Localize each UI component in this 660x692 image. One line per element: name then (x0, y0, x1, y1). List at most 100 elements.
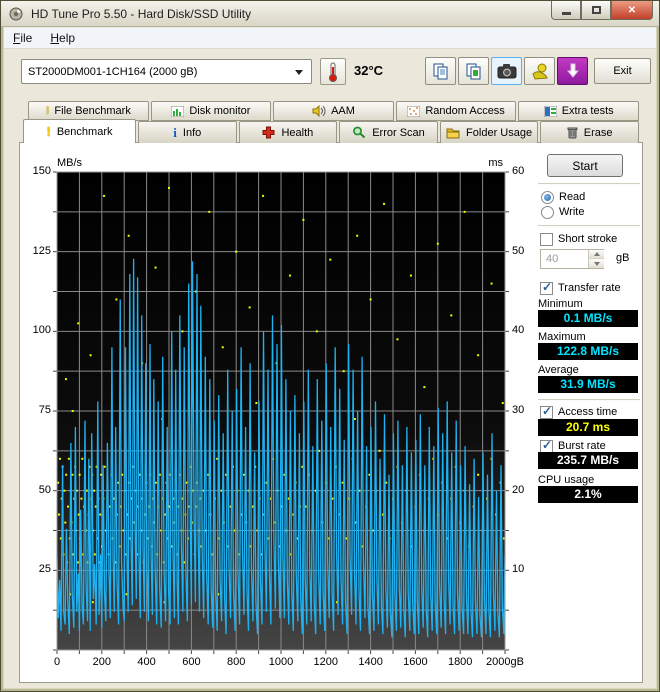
exit-button[interactable]: Exit (594, 58, 651, 84)
tab-label: File Benchmark (54, 105, 131, 117)
drive-select[interactable]: ST2000DM001-1CH164 (2000 gB) (21, 59, 312, 84)
average-value: 31.9 MB/s (538, 376, 638, 393)
short-stroke-label: Short stroke (558, 233, 618, 245)
temperature-button[interactable] (320, 58, 346, 85)
axis-tick-label: 2000gB (486, 656, 524, 668)
triangle-up-icon (593, 252, 600, 256)
tab-info[interactable]: i Info (138, 121, 237, 143)
read-radio[interactable] (541, 191, 554, 204)
write-radio[interactable] (541, 206, 554, 219)
axis-tick-label: 1200 (313, 656, 339, 668)
benchmark-page: MB/s ms 150 125 100 75 50 25 60 50 40 30 20 10 0 200 4… (19, 142, 643, 683)
tab-row-secondary: ! File Benchmark Disk monitor AAM Random (28, 101, 639, 121)
update-download-button[interactable] (557, 57, 588, 85)
axis-tick-label: 20 (512, 483, 525, 496)
axis-tick-label: 1000 (268, 656, 294, 668)
spinner-up-button[interactable] (589, 250, 604, 259)
maximum-value: 122.8 MB/s (538, 343, 638, 360)
minimize-button[interactable] (551, 1, 581, 20)
axis-tick-label: 25 (38, 563, 51, 576)
cpu-usage-value: 2.1% (538, 486, 638, 503)
copy-image-button[interactable] (458, 57, 489, 85)
donate-button[interactable] (524, 57, 555, 85)
transfer-rate-label: Transfer rate (558, 282, 621, 294)
tab-file-benchmark[interactable]: ! File Benchmark (28, 101, 149, 121)
read-label: Read (559, 191, 586, 203)
separator (538, 399, 640, 401)
tab-disk-monitor[interactable]: Disk monitor (150, 101, 272, 121)
chevron-down-icon (295, 70, 303, 75)
tab-erase[interactable]: Erase (540, 121, 639, 143)
y-left-unit: MB/s (57, 157, 83, 169)
tab-folder-usage[interactable]: Folder Usage (439, 121, 539, 143)
access-time-label: Access time (558, 406, 618, 418)
app-icon (9, 7, 23, 21)
tab-error-scan[interactable]: Error Scan (339, 121, 438, 143)
capacity-value: 40 (546, 253, 559, 265)
axis-tick-label: 0 (53, 656, 61, 668)
axis-tick-label: 10 (512, 563, 525, 576)
file-benchmark-icon: ! (45, 105, 50, 117)
menu-bar: File Help (4, 28, 656, 49)
copy-text-button[interactable] (425, 57, 456, 85)
thermometer-icon (328, 62, 338, 82)
chart-plot (53, 171, 509, 654)
separator (538, 225, 640, 227)
transfer-rate-checkbox[interactable] (540, 280, 553, 295)
tab-label: Benchmark (56, 125, 113, 138)
disk-monitor-icon (171, 105, 185, 117)
axis-tick-label: 30 (512, 404, 525, 416)
temperature-value: 32°C (354, 63, 384, 78)
axis-tick-label: 1800 (447, 656, 473, 668)
access-time-checkbox[interactable] (540, 404, 553, 419)
burst-rate-value: 235.7 MB/s (538, 452, 638, 469)
copy-image-icon (466, 63, 480, 80)
tab-label: Info (182, 126, 202, 139)
tab-aam[interactable]: AAM (273, 101, 394, 121)
tab-label: Extra tests (561, 105, 614, 117)
screenshot-button[interactable] (491, 57, 522, 85)
hand-coins-icon (531, 63, 548, 80)
tab-row-primary: ! Benchmark i Info Health Error Scan Fol… (23, 119, 639, 143)
short-stroke-checkbox[interactable] (540, 233, 553, 246)
maximize-icon (591, 6, 601, 14)
tab-health[interactable]: Health (238, 121, 338, 143)
tab-label: AAM (331, 105, 355, 117)
close-icon: ✕ (627, 4, 637, 16)
capacity-unit: gB (616, 252, 630, 264)
title-bar[interactable]: HD Tune Pro 5.50 - Hard Disk/SSD Utility… (1, 1, 659, 27)
camera-icon (497, 64, 516, 79)
cpu-usage-label: CPU usage (538, 474, 595, 486)
tab-random-access[interactable]: Random Access (395, 101, 517, 121)
extra-tests-icon (543, 105, 557, 117)
capacity-spinner[interactable]: 40 (540, 249, 604, 269)
toolbar: ST2000DM001-1CH164 (2000 gB) 32°C Exit (4, 49, 656, 93)
tab-label: Health (281, 126, 314, 139)
error-scan-icon (353, 126, 366, 139)
menu-file[interactable]: File (4, 29, 41, 47)
minimize-icon (561, 11, 571, 15)
tab-label: Erase (583, 126, 613, 139)
axis-tick-label: 50 (38, 483, 51, 496)
spinner-down-button[interactable] (589, 259, 604, 268)
maximize-button[interactable] (581, 1, 611, 20)
trash-icon (567, 127, 578, 139)
axis-tick-label: 75 (38, 404, 51, 416)
random-access-icon (407, 105, 421, 117)
average-label: Average (538, 364, 579, 376)
exit-label: Exit (613, 65, 632, 77)
close-button[interactable]: ✕ (611, 1, 653, 20)
tab-label: Error Scan (372, 126, 425, 139)
start-button[interactable]: Start (547, 154, 623, 177)
axis-tick-label: 125 (32, 244, 51, 257)
tab-label: Folder Usage (466, 126, 533, 139)
axis-tick-label: 400 (137, 656, 156, 668)
axis-tick-label: 150 (32, 165, 51, 177)
start-label: Start (572, 158, 598, 173)
triangle-down-icon (593, 261, 600, 266)
tab-extra-tests[interactable]: Extra tests (518, 101, 639, 121)
tab-benchmark[interactable]: ! Benchmark (23, 119, 136, 143)
menu-help[interactable]: Help (41, 29, 84, 47)
write-label: Write (559, 206, 585, 218)
speaker-icon (312, 105, 326, 117)
